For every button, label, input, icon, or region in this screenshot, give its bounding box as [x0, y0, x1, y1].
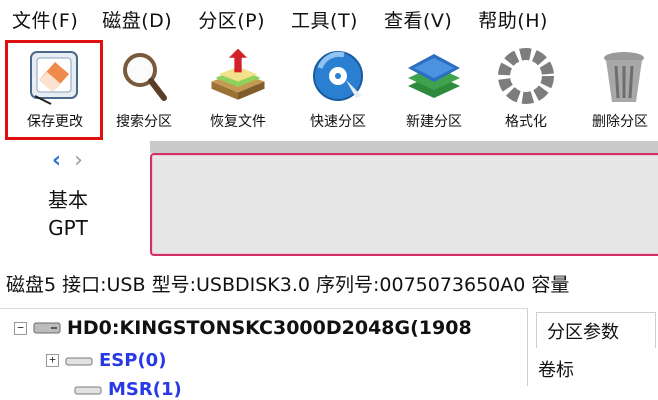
partition-esp: ESP(0) — [99, 350, 167, 371]
recover-files-label: 恢复文件 — [210, 114, 266, 130]
delete-partition-button[interactable]: 删除分区 — [586, 38, 656, 134]
disk-style-gpt: GPT — [48, 216, 88, 240]
tree-row-disk[interactable]: − HD0:KINGSTONSKC3000D2048G(1908 — [14, 317, 472, 339]
disk-nav-arrows: ‹ › — [52, 148, 83, 173]
hard-drive-icon — [33, 322, 61, 334]
quick-partition-disc-icon — [306, 44, 370, 108]
disk-tree: − HD0:KINGSTONSKC3000D2048G(1908 + ESP(0… — [0, 308, 527, 400]
menu-bar: 文件(F) 磁盘(D) 分区(P) 工具(T) 查看(V) 帮助(H) — [0, 0, 658, 38]
recover-files-icon — [206, 44, 270, 108]
partition-drive-icon — [65, 357, 93, 365]
disk-info-text: 磁盘5 接口:USB 型号:USBDISK3.0 序列号:0075073650A… — [6, 273, 570, 296]
disk-info-bar: 磁盘5 接口:USB 型号:USBDISK3.0 序列号:0075073650A… — [0, 262, 658, 304]
disk-style-basic: 基本 — [48, 188, 88, 212]
prev-disk-button[interactable]: ‹ — [52, 148, 61, 173]
collapse-icon[interactable]: − — [14, 321, 27, 335]
format-label: 格式化 — [505, 114, 547, 130]
menu-view[interactable]: 查看(V) — [384, 6, 452, 33]
tree-row-partition[interactable]: + ESP(0) — [46, 350, 166, 371]
format-gear-icon — [494, 44, 558, 108]
disk-name: HD0:KINGSTONSKC3000D2048G(1908 — [67, 317, 472, 339]
volume-label-field: 卷标 — [538, 360, 574, 381]
tree-row-partition[interactable]: MSR(1) — [74, 379, 182, 400]
partition-msr: MSR(1) — [108, 379, 182, 400]
recover-files-button[interactable]: 恢复文件 — [200, 38, 276, 134]
menu-tools[interactable]: 工具(T) — [291, 6, 358, 33]
menu-partition[interactable]: 分区(P) — [198, 6, 265, 33]
quick-partition-label: 快速分区 — [310, 114, 366, 130]
format-button[interactable]: 格式化 — [494, 38, 558, 134]
search-partition-button[interactable]: 搜索分区 — [108, 38, 180, 134]
new-partition-label: 新建分区 — [406, 114, 462, 130]
menu-file[interactable]: 文件(F) — [12, 6, 78, 33]
search-partition-label: 搜索分区 — [116, 114, 172, 130]
new-partition-layers-icon — [402, 44, 466, 108]
menu-disk[interactable]: 磁盘(D) — [102, 6, 172, 33]
trash-bin-icon — [592, 44, 656, 108]
quick-partition-button[interactable]: 快速分区 — [300, 38, 376, 134]
next-disk-button[interactable]: › — [74, 148, 83, 173]
disk-bar-header — [150, 141, 658, 153]
new-partition-button[interactable]: 新建分区 — [396, 38, 472, 134]
partition-drive-icon — [74, 386, 102, 394]
details-panel: 分区参数 卷标 — [527, 308, 658, 386]
disk-type-label: 基本 GPT — [48, 186, 88, 242]
magnifier-icon — [112, 44, 176, 108]
save-button-highlight — [5, 40, 103, 140]
delete-partition-label: 删除分区 — [592, 114, 648, 130]
tab-partition-params[interactable]: 分区参数 — [536, 312, 656, 348]
disk-partition-bar[interactable] — [150, 153, 658, 256]
menu-help[interactable]: 帮助(H) — [478, 6, 548, 33]
expand-icon[interactable]: + — [46, 354, 59, 367]
